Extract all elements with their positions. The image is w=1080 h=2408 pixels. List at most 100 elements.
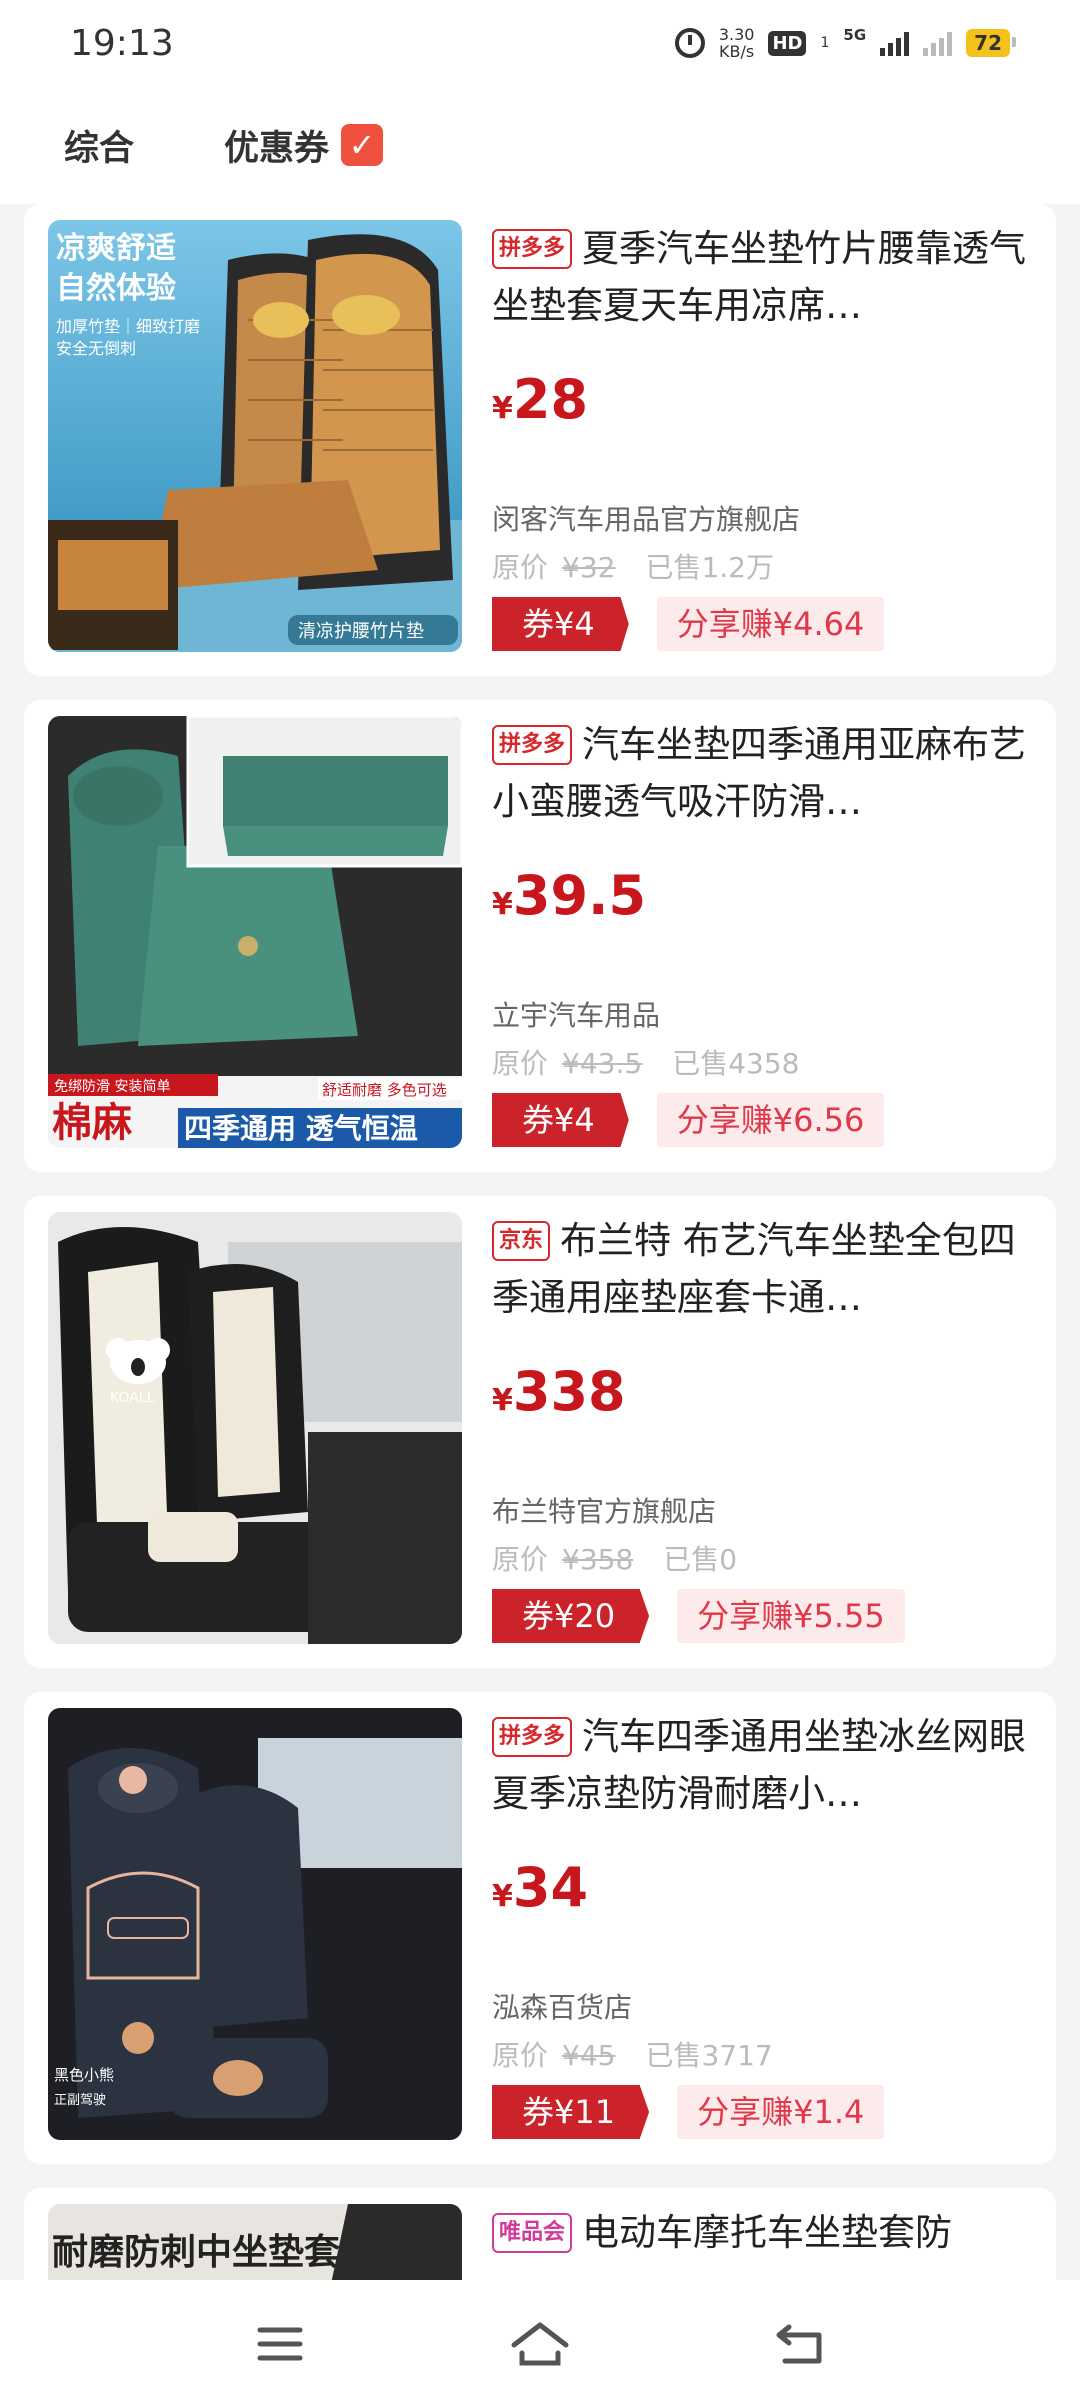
- original-price: ¥43.5: [562, 1047, 643, 1080]
- price-value: 28: [512, 368, 589, 431]
- shop-name[interactable]: 闵客汽车用品官方旗舰店: [492, 498, 800, 538]
- speed-unit: KB/s: [719, 42, 755, 61]
- checkbox-checked-icon[interactable]: ✓: [341, 124, 384, 166]
- hd-sub: 1: [820, 35, 830, 51]
- status-icons: 3.30 KB/s HD 1 5G 72: [674, 26, 1016, 60]
- platform-badge: 拼多多: [492, 229, 573, 269]
- signal-2-icon: [923, 30, 953, 56]
- product-tags: 券¥20 分享赚¥5.55: [492, 1589, 905, 1643]
- platform-badge: 拼多多: [492, 725, 573, 765]
- product-title[interactable]: 拼多多 汽车四季通用坐垫冰丝网眼夏季凉垫防滑耐磨小…: [492, 1708, 1032, 1822]
- share-earn-button[interactable]: 分享赚¥5.55: [677, 1589, 905, 1643]
- image-text: 清凉护腰竹片垫: [298, 621, 424, 642]
- product-image[interactable]: KOALL: [48, 1212, 462, 1644]
- coupon-button[interactable]: 券¥20: [492, 1589, 650, 1643]
- product-title[interactable]: 拼多多 夏季汽车坐垫竹片腰靠透气坐垫套夏天车用凉席…: [492, 220, 1032, 334]
- filter-all[interactable]: 综合: [64, 120, 134, 171]
- battery-icon: 72: [966, 29, 1016, 57]
- platform-badge: 京东: [492, 1221, 551, 1261]
- filter-coupon[interactable]: 优惠券 ✓: [224, 120, 384, 171]
- title-text: 汽车坐垫四季通用亚麻布艺小蛮腰透气吸汗防滑…: [492, 723, 1027, 823]
- yen-symbol: ¥: [492, 391, 513, 426]
- title-text: 夏季汽车坐垫竹片腰靠透气坐垫套夏天车用凉席…: [492, 227, 1027, 327]
- product-price: ¥28: [492, 368, 1032, 438]
- network-type: 5G: [843, 26, 867, 44]
- alarm-icon: [674, 28, 705, 58]
- signal-icon: [880, 30, 910, 56]
- product-meta: 原价 ¥358 已售0: [492, 1538, 737, 1578]
- image-text: 棉麻: [52, 1100, 132, 1146]
- coupon-button[interactable]: 券¥4: [492, 1093, 629, 1147]
- product-meta: 原价 ¥32 已售1.2万: [492, 546, 774, 586]
- linen-seat-image: 免绑防滑 安装简单 舒适耐磨 多色可选 棉麻 四季通用 透气恒温: [48, 716, 462, 1148]
- product-image[interactable]: 免绑防滑 安装简单 舒适耐磨 多色可选 棉麻 四季通用 透气恒温: [48, 716, 462, 1148]
- product-card[interactable]: 免绑防滑 安装简单 舒适耐磨 多色可选 棉麻 四季通用 透气恒温 拼多多 汽车坐垫…: [24, 700, 1056, 1172]
- shop-name[interactable]: 泓森百货店: [492, 1986, 632, 2026]
- product-image[interactable]: 凉爽舒适 自然体验 加厚竹垫｜细致打磨 安全无倒刺 清凉护腰竹片垫: [48, 220, 462, 652]
- original-price: ¥358: [562, 1543, 634, 1576]
- product-price: ¥39.5: [492, 864, 1032, 934]
- price-value: 338: [512, 1360, 626, 1423]
- speed-value: 3.30: [718, 25, 755, 44]
- sold-count: 已售4358: [672, 1047, 800, 1080]
- title-text: 电动车摩托车坐垫套防: [582, 2211, 953, 2254]
- title-text: 布兰特 布艺汽车坐垫全包四季通用座垫座套卡通…: [492, 1219, 1016, 1319]
- product-info: 拼多多 汽车四季通用坐垫冰丝网眼夏季凉垫防滑耐磨小… ¥34 泓森百货店 原价 ¥4…: [492, 1708, 1032, 2139]
- title-text: 汽车四季通用坐垫冰丝网眼夏季凉垫防滑耐磨小…: [492, 1715, 1027, 1815]
- product-info: 拼多多 汽车坐垫四季通用亚麻布艺小蛮腰透气吸汗防滑… ¥39.5 立宇汽车用品 原…: [492, 716, 1032, 1147]
- product-tags: 券¥11 分享赚¥1.4: [492, 2085, 885, 2139]
- sold-count: 已售1.2万: [645, 551, 774, 584]
- product-meta: 原价 ¥43.5 已售4358: [492, 1042, 799, 1082]
- product-card[interactable]: KOALL 京东 布兰特 布艺汽车坐垫全包四季通用座垫座套卡通… ¥338 布兰特…: [24, 1196, 1056, 1668]
- sold-count: 已售3717: [645, 2039, 773, 2072]
- product-card[interactable]: 黑色小熊 正副驾驶 拼多多 汽车四季通用坐垫冰丝网眼夏季凉垫防滑耐磨小… ¥34 …: [24, 1692, 1056, 2164]
- product-image[interactable]: 黑色小熊 正副驾驶: [48, 1708, 462, 2140]
- image-text: 舒适耐磨 多色可选: [322, 1081, 447, 1099]
- network-speed: 3.30 KB/s: [719, 26, 755, 60]
- coupon-button[interactable]: 券¥11: [492, 2085, 650, 2139]
- back-icon[interactable]: [770, 2314, 830, 2374]
- yen-symbol: ¥: [492, 1879, 513, 1914]
- image-text: 安全无倒刺: [56, 339, 136, 358]
- platform-badge: 拼多多: [492, 1717, 573, 1757]
- status-bar: 19:13 3.30 KB/s HD 1 5G 72: [0, 0, 1080, 86]
- home-icon[interactable]: [510, 2314, 570, 2374]
- product-title[interactable]: 唯品会 电动车摩托车坐垫套防: [492, 2204, 1032, 2261]
- product-info: 拼多多 夏季汽车坐垫竹片腰靠透气坐垫套夏天车用凉席… ¥28 闵客汽车用品官方旗舰…: [492, 220, 1032, 651]
- image-text: 加厚竹垫｜细致打磨: [56, 317, 200, 336]
- original-price: ¥45: [562, 2039, 616, 2072]
- coupon-button[interactable]: 券¥4: [492, 597, 629, 651]
- yen-symbol: ¥: [492, 887, 513, 922]
- product-title[interactable]: 拼多多 汽车坐垫四季通用亚麻布艺小蛮腰透气吸汗防滑…: [492, 716, 1032, 830]
- bear-seat-image: 黑色小熊 正副驾驶: [48, 1708, 462, 2140]
- orig-label: 原价: [492, 2039, 549, 2072]
- image-text: 自然体验: [56, 271, 176, 306]
- shop-name[interactable]: 立宇汽车用品: [492, 994, 660, 1034]
- product-tags: 券¥4 分享赚¥6.56: [492, 1093, 885, 1147]
- image-text: 四季通用 透气恒温: [184, 1112, 418, 1145]
- hd-icon: HD: [768, 30, 807, 56]
- product-meta: 原价 ¥45 已售3717: [492, 2034, 773, 2074]
- original-price: ¥32: [562, 551, 616, 584]
- share-earn-button[interactable]: 分享赚¥1.4: [677, 2085, 885, 2139]
- product-card[interactable]: 凉爽舒适 自然体验 加厚竹垫｜细致打磨 安全无倒刺 清凉护腰竹片垫 拼多多 夏季汽…: [24, 204, 1056, 676]
- filter-bar: 综合 优惠券 ✓: [0, 86, 1080, 204]
- image-text: 正副驾驶: [54, 2093, 106, 2108]
- image-text: 凉爽舒适: [56, 231, 176, 266]
- image-text: 耐磨防刺中坐垫套: [52, 2232, 340, 2273]
- system-nav-bar: [0, 2280, 1080, 2408]
- product-title[interactable]: 京东 布兰特 布艺汽车坐垫全包四季通用座垫座套卡通…: [492, 1212, 1032, 1326]
- status-time: 19:13: [70, 22, 174, 64]
- share-earn-button[interactable]: 分享赚¥4.64: [656, 597, 885, 651]
- product-price: ¥338: [492, 1360, 1032, 1430]
- orig-label: 原价: [492, 1543, 549, 1576]
- product-info: 京东 布兰特 布艺汽车坐垫全包四季通用座垫座套卡通… ¥338 布兰特官方旗舰店 …: [492, 1212, 1032, 1643]
- share-earn-button[interactable]: 分享赚¥6.56: [656, 1093, 885, 1147]
- platform-badge: 唯品会: [492, 2213, 573, 2253]
- product-tags: 券¥4 分享赚¥4.64: [492, 597, 885, 651]
- shop-name[interactable]: 布兰特官方旗舰店: [492, 1490, 716, 1530]
- bamboo-seat-image: 凉爽舒适 自然体验 加厚竹垫｜细致打磨 安全无倒刺 清凉护腰竹片垫: [48, 220, 462, 652]
- product-price: ¥34: [492, 1856, 1032, 1926]
- filter-all-label: 综合: [64, 128, 135, 169]
- menu-icon[interactable]: [250, 2314, 310, 2374]
